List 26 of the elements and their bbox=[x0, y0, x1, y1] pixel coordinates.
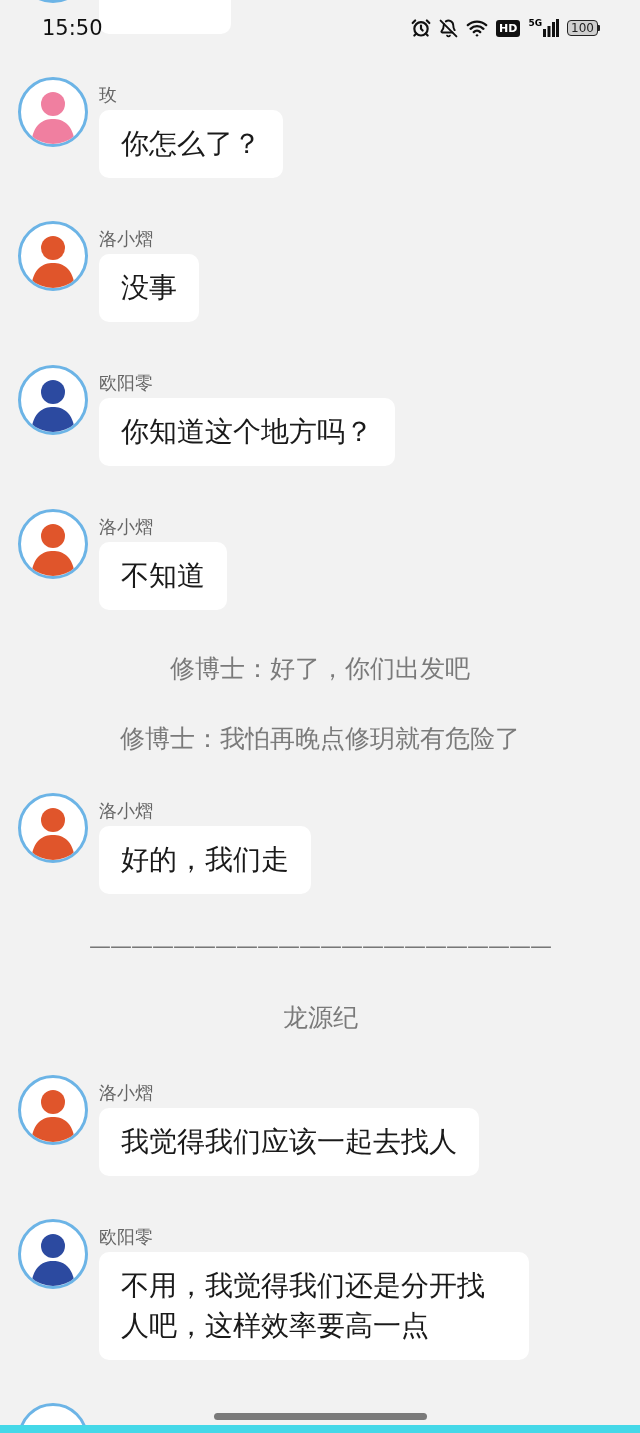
divider-text: —————————————————————— bbox=[89, 932, 551, 958]
narration-text: 修博士：我怕再晚点修玥就有危险了 bbox=[120, 722, 520, 755]
signal-icon bbox=[543, 19, 560, 37]
sender-name: 欧阳零 bbox=[99, 371, 153, 395]
wifi-icon bbox=[466, 17, 489, 39]
alarm-icon bbox=[411, 18, 432, 38]
message-bubble: 你怎么了？ bbox=[99, 110, 283, 178]
mute-icon bbox=[439, 18, 459, 38]
status-time: 15:50 bbox=[42, 16, 103, 40]
message-bubble: 不用，我觉得我们还是分开找人吧，这样效率要高一点 bbox=[99, 1252, 529, 1360]
chapter-title: 龙源纪 bbox=[282, 1001, 358, 1034]
message-bubble: 你知道这个地方吗？ bbox=[99, 398, 395, 466]
hd-badge: HD bbox=[496, 19, 521, 37]
message-bubble: 不知道 bbox=[99, 542, 227, 610]
sender-name: 玫 bbox=[99, 83, 117, 107]
narration-text: 修博士：好了，你们出发吧 bbox=[170, 652, 470, 685]
sender-name: 洛小熠 bbox=[99, 1081, 153, 1105]
message-bubble: 好的，我们走 bbox=[99, 826, 311, 894]
message-bubble: 我觉得我们应该一起去找人 bbox=[99, 1108, 479, 1176]
network-label: 5G bbox=[528, 19, 543, 28]
battery-level: 100 bbox=[567, 20, 598, 36]
sender-name: 洛小熠 bbox=[99, 799, 153, 823]
sender-name: 洛小熠 bbox=[99, 515, 153, 539]
sender-name: 洛小熠 bbox=[99, 227, 153, 251]
sender-name: 欧阳零 bbox=[99, 1225, 153, 1249]
message-bubble: 没事 bbox=[99, 254, 199, 322]
